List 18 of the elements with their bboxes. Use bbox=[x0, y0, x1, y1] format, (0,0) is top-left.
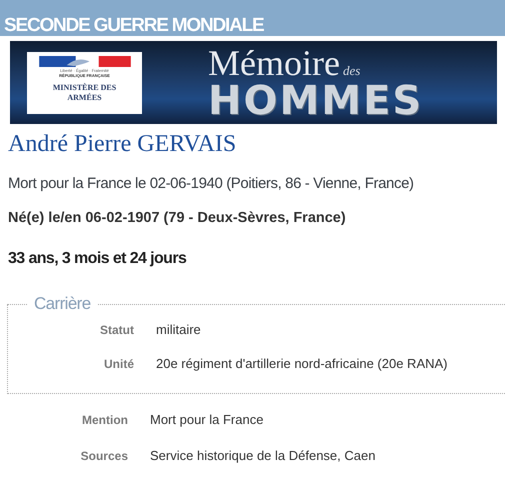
field-label: Unité bbox=[103, 357, 134, 371]
ministry-name: MINISTÈRE DES ARMÉES bbox=[52, 82, 118, 102]
field-value: Service historique de la Défense, Caen bbox=[150, 448, 376, 463]
brand-wordmark: HOMMES bbox=[208, 80, 424, 120]
person-name: André Pierre GERVAIS bbox=[8, 130, 238, 158]
field-value: militaire bbox=[156, 322, 201, 337]
field-label: Sources bbox=[80, 449, 128, 463]
age-text: 33 ans, 3 mois et 24 jours bbox=[8, 249, 188, 269]
field-value: Mort pour la France bbox=[150, 412, 264, 427]
field-value: 20e régiment d'artillerie nord-africaine (20e RANA) bbox=[156, 356, 448, 371]
section-title: SECONDE GUERRE MONDIALE bbox=[4, 16, 264, 36]
birth-info: Né(e) le/en 06-02-1907 (79 - Deux-Sèvres, France) bbox=[8, 209, 347, 227]
career-legend: Carrière bbox=[28, 294, 97, 314]
field-label: Statut bbox=[99, 323, 134, 337]
brand-title: Mémoire bbox=[208, 44, 340, 80]
death-info: Mort pour la France le 02-06-1940 (Poitiers, 86 - Vienne, France) bbox=[8, 174, 415, 194]
field-label: Mention bbox=[81, 413, 128, 427]
brand-subtitle: des bbox=[342, 62, 360, 78]
